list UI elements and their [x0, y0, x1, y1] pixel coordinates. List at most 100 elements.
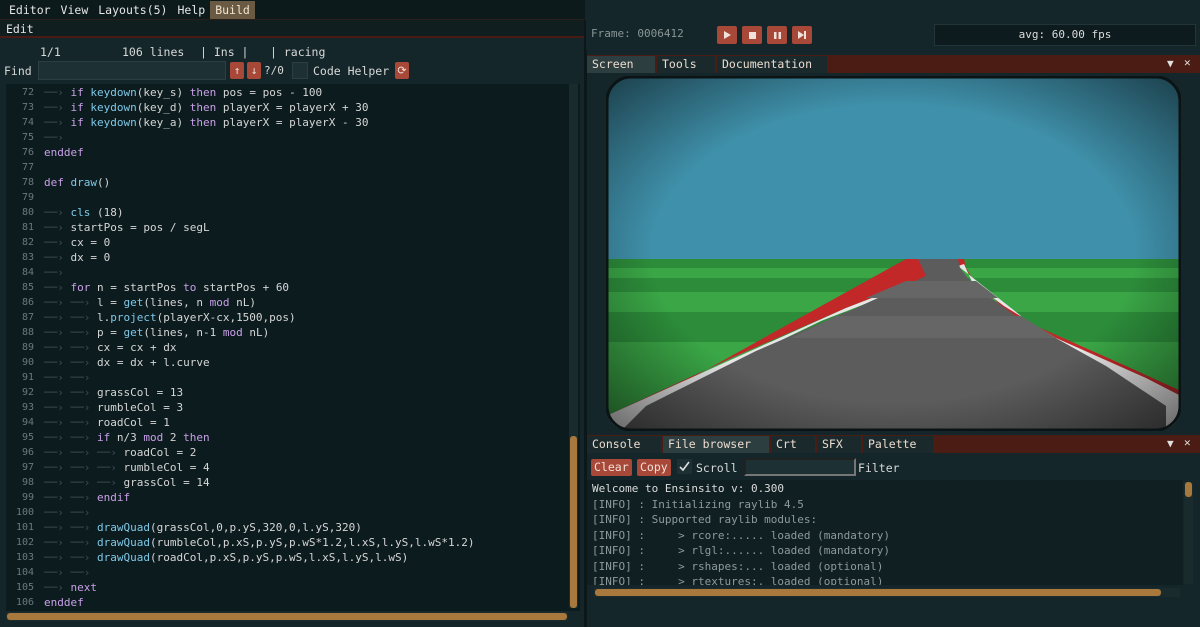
code-line[interactable]: ──› next	[44, 581, 97, 594]
code-line[interactable]: ──› ──›	[44, 371, 97, 384]
menu-build[interactable]: Build	[210, 0, 255, 19]
filter-input[interactable]	[744, 458, 856, 476]
console-vertical-scrollbar[interactable]	[1184, 482, 1193, 584]
console-line: [INFO] : > rshapes:... loaded (optional)	[592, 559, 884, 573]
triangle-menu-icon[interactable]: ▼	[1167, 57, 1174, 70]
code-line[interactable]: enddef	[44, 146, 84, 159]
editor-vertical-scroll-thumb[interactable]	[570, 436, 577, 608]
code-line[interactable]: ──› startPos = pos / segL	[44, 221, 210, 234]
code-line[interactable]: enddef	[44, 596, 84, 609]
clear-button[interactable]: Clear	[591, 459, 632, 476]
code-line[interactable]: ──› ──› endif	[44, 491, 130, 504]
line-number: 84	[21, 267, 34, 278]
code-token: playerX = playerX - 30	[216, 116, 369, 129]
find-row: Find ↑ ↓ ?/0 Code Helper ⟳	[0, 60, 585, 82]
console-line: Welcome to Ensinsito v: 0.300	[592, 482, 785, 495]
code-line[interactable]: ──› if keydown(key_a) then playerX = pla…	[44, 116, 369, 129]
menu-bar: Editor View Layouts(5) Help Build	[0, 0, 585, 20]
console-vertical-scroll-thumb[interactable]	[1185, 482, 1192, 497]
line-number: 95	[21, 432, 34, 443]
code-token: mod	[209, 296, 230, 309]
code-token: drawQuad	[96, 551, 150, 564]
tab-sfx[interactable]: SFX	[817, 436, 861, 453]
code-line[interactable]: ──› ──› dx = dx + l.curve	[44, 356, 210, 369]
menu-editor[interactable]: Editor	[4, 1, 56, 19]
code-line[interactable]: ──› if keydown(key_d) then playerX = pla…	[44, 101, 369, 114]
copy-button[interactable]: Copy	[637, 459, 671, 476]
crt-game-screen[interactable]	[606, 76, 1181, 431]
line-number: 87	[21, 312, 34, 323]
line-number: 93	[21, 402, 34, 413]
code-line[interactable]: ──› ──›	[44, 566, 97, 579]
editor-horizontal-scroll-thumb[interactable]	[7, 613, 567, 620]
tab-file-browser[interactable]: File browser	[663, 436, 769, 453]
console-horizontal-scroll-thumb[interactable]	[595, 589, 1161, 596]
code-editor[interactable]: 72 73 74 75 76 77 78 79 80 81 82 83 84 85 86 87 88 89 90 91…	[6, 84, 580, 611]
tab-screen[interactable]: Screen	[587, 56, 655, 73]
console-output[interactable]: Welcome to Ensinsito v: 0.300 [INFO] : In…	[587, 480, 1183, 585]
line-number: 86	[21, 297, 34, 308]
tab-tools[interactable]: Tools	[657, 56, 715, 73]
code-line[interactable]: ──› ──› if n/3 mod 2 then	[44, 431, 210, 444]
code-line[interactable]: ──› ──› ──› grassCol = 14	[44, 476, 210, 489]
line-number: 101	[15, 522, 34, 533]
code-token: if	[96, 431, 111, 444]
stop-icon[interactable]	[742, 26, 762, 44]
pause-icon[interactable]	[767, 26, 787, 44]
code-line[interactable]: ──› if keydown(key_s) then pos = pos - 1…	[44, 86, 322, 99]
line-count: 106 lines	[122, 45, 185, 59]
code-line[interactable]: ──›	[44, 131, 71, 144]
tab-crt[interactable]: Crt	[771, 436, 815, 453]
close-icon[interactable]: ✕	[1184, 436, 1191, 449]
code-token: if	[70, 86, 91, 99]
code-line[interactable]: ──› ──› grassCol = 13	[44, 386, 183, 399]
step-icon[interactable]	[792, 26, 812, 44]
code-helper-checkbox[interactable]	[292, 62, 308, 79]
code-line[interactable]: ──› ──› rumbleCol = 3	[44, 401, 183, 414]
arrow-down-icon[interactable]: ↓	[247, 62, 261, 79]
menu-view[interactable]: View	[56, 1, 94, 19]
code-line[interactable]: ──› ──› drawQuad(rumbleCol,p.xS,p.yS,p.w…	[44, 536, 474, 549]
play-icon[interactable]	[717, 26, 737, 44]
menu-layouts-5[interactable]: Layouts(5)	[93, 1, 172, 19]
close-icon[interactable]: ✕	[1184, 56, 1191, 69]
refresh-icon[interactable]: ⟳	[395, 62, 409, 79]
code-line[interactable]: ──› ──› l = get(lines, n mod nL)	[44, 296, 256, 309]
code-token: nL)	[242, 326, 270, 339]
code-line[interactable]: ──› ──› drawQuad(roadCol,p.xS,p.yS,p.wS,…	[44, 551, 408, 564]
code-line[interactable]: ──› ──› ──› roadCol = 2	[44, 446, 196, 459]
find-input[interactable]	[38, 61, 226, 80]
code-line[interactable]: ──› dx = 0	[44, 251, 110, 264]
code-line[interactable]: ──›	[44, 266, 71, 279]
menu-help[interactable]: Help	[173, 1, 211, 19]
code-line[interactable]: ──› ──› roadCol = 1	[44, 416, 170, 429]
code-token: roadCol = 2	[123, 446, 197, 459]
edit-menu[interactable]: Edit	[6, 22, 34, 36]
code-line[interactable]: ──› cx = 0	[44, 236, 110, 249]
tab-console[interactable]: Console	[587, 436, 661, 453]
code-line[interactable]: ──› for n = startPos to startPos + 60	[44, 281, 289, 294]
code-token: (rumbleCol,p.xS,p.yS,p.wS*1.2,l.xS,l.yS,…	[149, 536, 475, 549]
arrow-up-icon[interactable]: ↑	[230, 62, 244, 79]
code-token: dx = 0	[70, 251, 111, 264]
code-token: (key_a)	[136, 116, 190, 129]
tab-palette[interactable]: Palette	[863, 436, 933, 453]
code-line[interactable]: ──› ──› p = get(lines, n-1 mod nL)	[44, 326, 269, 339]
code-line[interactable]: ──› ──› ──› rumbleCol = 4	[44, 461, 210, 474]
editor-status-line: 1/1 106 lines | Ins | | racing	[0, 40, 585, 60]
code-line[interactable]: def draw()	[44, 176, 110, 189]
code-line[interactable]: ──› ──›	[44, 506, 97, 519]
code-line[interactable]: ──› cls (18)	[44, 206, 124, 219]
code-token: nL)	[229, 296, 256, 309]
scroll-checkbox[interactable]	[677, 459, 692, 474]
code-line[interactable]: ──› ──› l.project(playerX-cx,1500,pos)	[44, 311, 296, 324]
triangle-menu-icon[interactable]: ▼	[1167, 437, 1174, 450]
code-token: playerX = playerX + 30	[216, 101, 369, 114]
line-number: 73	[21, 102, 34, 113]
fps-display: avg: 60.00 fps	[934, 24, 1196, 46]
tab-documentation[interactable]: Documentation	[717, 56, 827, 73]
code-line[interactable]: ──› ──› drawQuad(grassCol,0,p.yS,320,0,l…	[44, 521, 362, 534]
code-line[interactable]: ──› ──› cx = cx + dx	[44, 341, 176, 354]
code-token: keydown	[90, 86, 137, 99]
code-token: ()	[97, 176, 111, 189]
